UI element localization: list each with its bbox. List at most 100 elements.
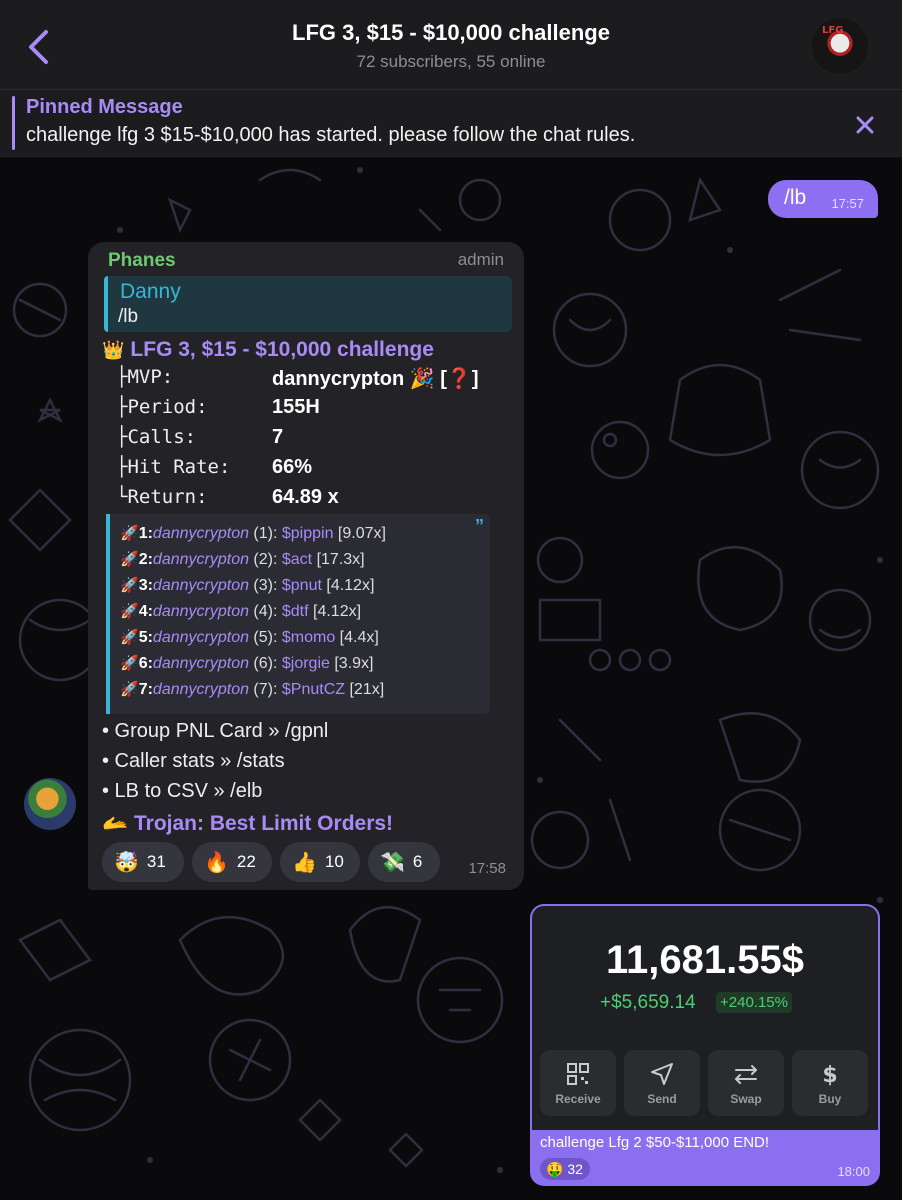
pinned-accent-bar — [12, 96, 15, 150]
reaction-exploding-head[interactable]: 🤯 31 — [102, 842, 184, 882]
leaderboard-title: 👑 LFG 3, $15 - $10,000 challenge — [102, 338, 434, 362]
fire-icon: 🔥 — [204, 851, 229, 874]
reaction-count: 31 — [146, 852, 166, 871]
caller-link[interactable]: dannycrypton — [153, 551, 249, 568]
dollar-icon: $ — [822, 1063, 837, 1086]
crown-icon: 👑 — [102, 340, 125, 360]
reaction-count: 6 — [412, 852, 423, 871]
call-multiplier: [9.07x] — [333, 525, 386, 542]
channel-avatar[interactable]: LFG — [812, 18, 868, 74]
reaction-money[interactable]: 💸 6 — [368, 842, 440, 882]
call-index: (4): — [248, 603, 282, 620]
pinned-message-bar[interactable]: Pinned Message challenge lfg 3 $15-$10,0… — [0, 90, 902, 158]
swap-button[interactable]: Swap — [708, 1050, 784, 1116]
reaction-count: 10 — [324, 852, 344, 871]
reply-preview[interactable]: Danny /lb — [104, 276, 512, 332]
chat-title[interactable]: LFG 3, $15 - $10,000 challenge — [0, 20, 902, 46]
trojan-ad-link[interactable]: 🫴 Trojan: Best Limit Orders! — [102, 812, 393, 836]
token-link[interactable]: $pnut — [282, 577, 322, 594]
reaction-fire[interactable]: 🔥 22 — [192, 842, 272, 882]
call-rank: 6: — [138, 655, 153, 672]
rocket-icon: 🚀 — [120, 551, 139, 568]
pnl-amount: +$5,659.14 — [600, 992, 696, 1013]
outgoing-message[interactable]: /lb 17:57 — [768, 180, 878, 218]
stat-value: 7 — [272, 426, 284, 448]
avatar-logo-text: LFG — [822, 25, 844, 36]
stat-label: ├MVP: — [116, 366, 174, 388]
caller-link[interactable]: dannycrypton — [153, 525, 249, 542]
wallet-card-image[interactable]: 11,681.55$ +$5,659.14 +240.15% Receive S… — [532, 906, 878, 1130]
token-link[interactable]: $momo — [282, 629, 335, 646]
pnl-card-message[interactable]: 11,681.55$ +$5,659.14 +240.15% Receive S… — [530, 904, 880, 1186]
message-caption: challenge Lfg 2 $50-$11,000 END! — [540, 1134, 770, 1151]
send-button[interactable]: Send — [624, 1050, 700, 1116]
leaderboard-message[interactable]: Phanes admin Danny /lb 👑 LFG 3, $15 - $10… — [88, 242, 524, 890]
call-multiplier: [3.9x] — [329, 655, 374, 672]
call-row: 🚀6:dannycrypton (6): $jorgie [3.9x] — [120, 654, 480, 680]
call-row: 🚀5:dannycrypton (5): $momo [4.4x] — [120, 628, 480, 654]
stat-row: ├MVP: dannycrypton 🎉 [❓] — [116, 366, 516, 396]
receive-button[interactable]: Receive — [540, 1050, 616, 1116]
call-row: 🚀7:dannycrypton (7): $PnutCZ [21x] — [120, 680, 480, 706]
sender-role: admin — [457, 250, 504, 269]
stat-value: 64.89 x — [272, 486, 339, 508]
stat-value: 155H — [272, 396, 320, 418]
caller-link[interactable]: dannycrypton — [153, 681, 249, 698]
call-row: 🚀3:dannycrypton (3): $pnut [4.12x] — [120, 576, 480, 602]
pnl-percent: +240.15% — [716, 992, 792, 1013]
stat-label: ├Period: — [116, 396, 208, 418]
money-wings-icon: 💸 — [380, 851, 405, 874]
token-link[interactable]: $dtf — [282, 603, 309, 620]
caller-link[interactable]: dannycrypton — [153, 577, 249, 594]
call-multiplier: [4.12x] — [321, 577, 375, 594]
stat-row: ├Period: 155H — [116, 396, 516, 426]
sender-name[interactable]: Phanes — [108, 250, 176, 272]
stat-label: ├Calls: — [116, 426, 197, 448]
message-time: 18:00 — [837, 1164, 870, 1179]
rocket-icon: 🚀 — [120, 603, 139, 620]
message-text: /lb — [784, 186, 807, 209]
call-index: (2): — [248, 551, 282, 568]
trojan-link-text: Trojan: Best Limit Orders! — [134, 812, 394, 835]
call-rank: 3: — [138, 577, 153, 594]
reaction-thumbs-up[interactable]: 👍 10 — [280, 842, 360, 882]
thumbs-up-icon: 👍 — [292, 851, 317, 874]
pointing-hand-icon: 🫴 — [102, 812, 129, 835]
chat-subtitle: 72 subscribers, 55 online — [356, 52, 546, 71]
close-icon[interactable] — [852, 112, 878, 138]
call-row: 🚀1:dannycrypton (1): $pippin [9.07x] — [120, 524, 480, 550]
command-elb[interactable]: • LB to CSV » /elb — [102, 780, 262, 803]
reaction-count: 32 — [567, 1161, 583, 1177]
stat-row: ├Calls: 7 — [116, 426, 516, 456]
sender-avatar[interactable] — [24, 778, 76, 830]
call-row: 🚀4:dannycrypton (4): $dtf [4.12x] — [120, 602, 480, 628]
exploding-head-icon: 🤯 — [114, 851, 139, 874]
rocket-icon: 🚀 — [120, 577, 139, 594]
caller-link[interactable]: dannycrypton — [153, 629, 249, 646]
money-face-icon: 🤑 — [546, 1161, 564, 1177]
buy-button[interactable]: $ Buy — [792, 1050, 868, 1116]
chat-header: LFG 3, $15 - $10,000 challenge 72 subscr… — [0, 0, 902, 90]
rocket-icon: 🚀 — [120, 525, 139, 542]
reply-accent-bar — [104, 276, 108, 332]
quote-accent-bar — [106, 514, 110, 714]
token-link[interactable]: $PnutCZ — [282, 681, 345, 698]
token-link[interactable]: $act — [282, 551, 312, 568]
call-rank: 1: — [138, 525, 153, 542]
call-multiplier: [17.3x] — [312, 551, 365, 568]
reply-name: Danny — [120, 280, 181, 303]
caller-link[interactable]: dannycrypton — [153, 603, 249, 620]
command-gpnl[interactable]: • Group PNL Card » /gpnl — [102, 720, 328, 743]
message-time: 17:58 — [468, 860, 506, 877]
reply-text: /lb — [118, 306, 139, 327]
pinned-text: challenge lfg 3 $15-$10,000 has started.… — [26, 124, 636, 146]
command-stats[interactable]: • Caller stats » /stats — [102, 750, 285, 773]
stat-label: ├Hit Rate: — [116, 456, 231, 478]
token-link[interactable]: $jorgie — [282, 655, 330, 672]
calls-quote-block: ” 🚀1:dannycrypton (1): $pippin [9.07x] 🚀… — [106, 514, 490, 714]
reaction-money-face[interactable]: 🤑 32 — [540, 1158, 590, 1180]
wallet-balance: 11,681.55$ — [606, 938, 804, 982]
caller-link[interactable]: dannycrypton — [153, 655, 249, 672]
rocket-icon: 🚀 — [120, 629, 139, 646]
token-link[interactable]: $pippin — [282, 525, 334, 542]
